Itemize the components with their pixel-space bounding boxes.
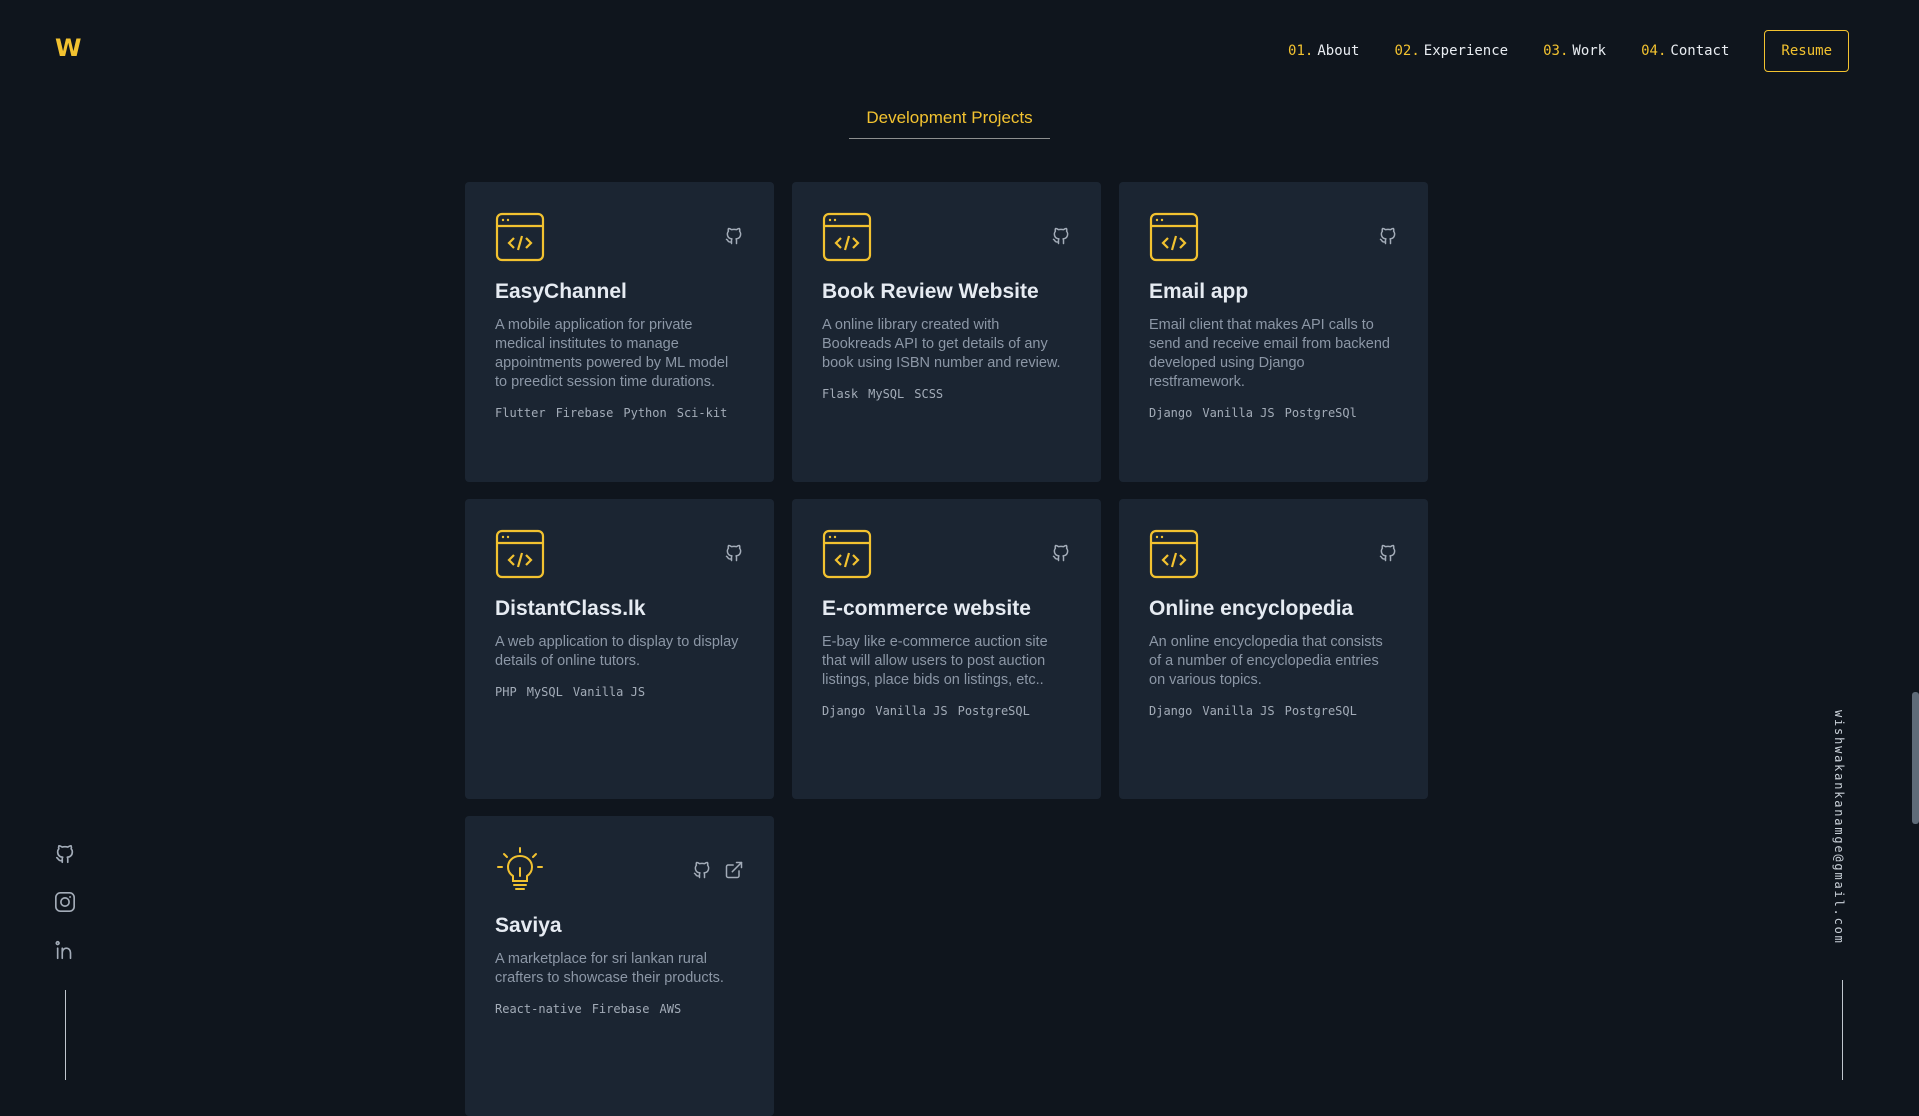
nav-number: 04.: [1641, 43, 1667, 59]
email-link[interactable]: wishwakankanamge@gmail.com: [1832, 710, 1846, 945]
code-window-icon: [1149, 529, 1199, 579]
tech-tag: MySQL: [868, 387, 905, 401]
project-title: DistantClass.lk: [495, 597, 646, 620]
project-title: Saviya: [495, 914, 562, 937]
nav-number: 02.: [1394, 43, 1420, 59]
tech-tag: Django: [822, 704, 866, 718]
tech-tag: PostgreSQL: [957, 704, 1030, 718]
tech-tag: Vanilla JS: [1202, 406, 1275, 420]
tech-tag: PostgreSQL: [1284, 704, 1357, 718]
tech-tag: Sci-kit: [676, 406, 728, 420]
tech-tag: MySQL: [526, 685, 563, 699]
nav-number: 03.: [1543, 43, 1569, 59]
instagram-icon[interactable]: [54, 891, 76, 913]
project-card: Saviya A marketplace for sri lankan rura…: [465, 816, 774, 1116]
lightbulb-icon: [497, 847, 543, 890]
project-card: EasyChannel A mobile application for pri…: [465, 182, 774, 482]
tech-list: Django Vanilla JS PostgreSQl: [1149, 406, 1398, 420]
tech-tag: Python: [623, 406, 667, 420]
tech-tag: Vanilla JS: [875, 704, 948, 718]
project-card: Book Review Website A online library cre…: [792, 182, 1101, 482]
tech-list: Flask MySQL SCSS: [822, 387, 1071, 401]
tech-tag: Django: [1149, 406, 1193, 420]
tech-tag: PHP: [495, 685, 517, 699]
project-card: E-commerce website E-bay like e-commerce…: [792, 499, 1101, 799]
social-vertical-line: [65, 990, 66, 1080]
nav-contact[interactable]: 04. Contact: [1641, 43, 1729, 59]
tech-list: React-native Firebase AWS: [495, 1002, 744, 1016]
nav-label: Work: [1572, 43, 1607, 59]
nav-label: About: [1317, 43, 1360, 59]
code-window-icon: [822, 529, 872, 579]
github-icon[interactable]: [1051, 543, 1071, 563]
tech-tag: Firebase: [591, 1002, 650, 1016]
project-card: Online encyclopedia An online encycloped…: [1119, 499, 1428, 799]
top-nav: 01. About 02. Experience 03. Work 04. Contac…: [1288, 30, 1849, 72]
github-icon[interactable]: [1378, 543, 1398, 563]
email-vertical-line: [1842, 980, 1843, 1080]
project-description: A online library created with Bookreads …: [822, 317, 1061, 371]
tech-tag: Vanilla JS: [1202, 704, 1275, 718]
nav-work[interactable]: 03. Work: [1543, 43, 1606, 59]
project-description: An online encyclopedia that consists of …: [1149, 634, 1383, 688]
tech-tag: React-native: [495, 1002, 582, 1016]
github-icon[interactable]: [1051, 226, 1071, 246]
social-links: [54, 843, 76, 961]
project-description: A mobile application for private medical…: [495, 317, 729, 390]
nav-label: Experience: [1423, 43, 1509, 59]
tech-tag: PostgreSQl: [1284, 406, 1357, 420]
site-logo[interactable]: W: [55, 34, 81, 62]
github-icon[interactable]: [724, 543, 744, 563]
project-title: E-commerce website: [822, 597, 1031, 620]
code-window-icon: [822, 212, 872, 262]
projects-grid: EasyChannel A mobile application for pri…: [465, 182, 1428, 1116]
tech-tag: AWS: [659, 1002, 682, 1016]
project-title: Email app: [1149, 280, 1249, 303]
linkedin-icon[interactable]: [54, 939, 76, 961]
resume-button[interactable]: Resume: [1764, 30, 1849, 72]
section-tab-development-projects[interactable]: Development Projects: [849, 108, 1050, 139]
project-title: Online encyclopedia: [1149, 597, 1354, 620]
nav-experience[interactable]: 02. Experience: [1395, 43, 1509, 59]
project-title: EasyChannel: [495, 280, 627, 303]
github-icon[interactable]: [1378, 226, 1398, 246]
github-icon[interactable]: [724, 226, 744, 246]
tech-tag: SCSS: [914, 387, 944, 401]
project-description: A marketplace for sri lankan rural craft…: [495, 951, 724, 986]
nav-label: Contact: [1670, 43, 1730, 59]
github-icon[interactable]: [692, 860, 712, 880]
tech-list: PHP MySQL Vanilla JS: [495, 685, 744, 699]
project-description: Email client that makes API calls to sen…: [1149, 317, 1390, 390]
project-card: DistantClass.lk A web application to dis…: [465, 499, 774, 799]
tech-tag: Flutter: [495, 406, 546, 420]
tech-tag: Vanilla JS: [572, 685, 646, 699]
tech-tag: Django: [1149, 704, 1193, 718]
github-icon[interactable]: [54, 843, 76, 865]
nav-number: 01.: [1288, 43, 1314, 59]
project-description: E-bay like e-commerce auction site that …: [822, 634, 1048, 688]
code-window-icon: [1149, 212, 1199, 262]
tech-list: Django Vanilla JS PostgreSQL: [1149, 704, 1398, 718]
scrollbar-thumb[interactable]: [1912, 692, 1919, 824]
nav-about[interactable]: 01. About: [1288, 43, 1359, 59]
project-card: Email app Email client that makes API ca…: [1119, 182, 1428, 482]
external-link-icon[interactable]: [724, 860, 744, 880]
tech-tag: Firebase: [555, 406, 614, 420]
project-title: Book Review Website: [822, 280, 1039, 303]
tech-list: Django Vanilla JS PostgreSQL: [822, 704, 1071, 718]
tech-list: Flutter Firebase Python Sci-kit: [495, 406, 744, 420]
code-window-icon: [495, 529, 545, 579]
code-window-icon: [495, 212, 545, 262]
project-description: A web application to display to display …: [495, 634, 739, 669]
tech-tag: Flask: [822, 387, 859, 401]
